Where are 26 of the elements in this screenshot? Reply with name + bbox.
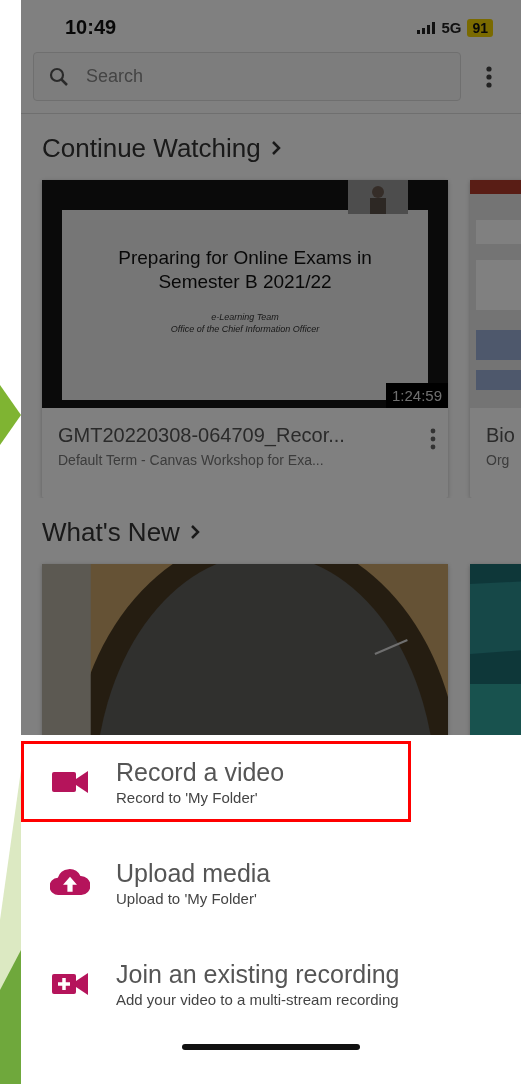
- search-icon: [49, 67, 68, 86]
- video-title: Bio: [486, 424, 516, 447]
- search-field[interactable]: Search: [33, 52, 461, 101]
- menu-item[interactable]: Record a video Record to 'My Folder': [21, 741, 411, 822]
- video-subtitle: Org: [486, 452, 511, 468]
- battery-level: 91: [467, 18, 493, 37]
- slide-title: Preparing for Online Exams in Semester B 2021/22: [117, 246, 373, 294]
- slide-text: e-Learning Team: [211, 312, 279, 322]
- section-heading-link[interactable]: Continue Watching: [42, 128, 281, 168]
- chevron-icon: [189, 524, 200, 540]
- section-heading-link[interactable]: What's New: [42, 512, 200, 552]
- video-camera-icon: [52, 769, 88, 794]
- signal-icon: [417, 21, 436, 34]
- duration-label: 1:24:59: [385, 383, 448, 408]
- video-title: GMT20220308-064709_Recor...: [58, 424, 346, 447]
- network-label: 5G: [441, 19, 462, 36]
- slide-text: Office of the Chief Information Officer: [170, 324, 320, 334]
- clock-time: 10:49: [65, 16, 117, 39]
- video-subtitle: Default Term - Canvas Workshop for Exa...: [58, 452, 325, 468]
- video-add-icon: [52, 971, 88, 996]
- more-icon: [486, 65, 492, 88]
- video-card[interactable]: Bio Org: [470, 180, 521, 498]
- chevron-icon: [270, 140, 281, 156]
- video-card[interactable]: Preparing for Online Exams in Semester B 2021/22 e-Learning Team Office of the Chief Information Officer 1:24:59 GMT20220308-064709_Recor... Default Term - Canvas Workshop for Exa...: [42, 180, 448, 498]
- cloud-upload-icon: [50, 867, 90, 898]
- more-icon: [430, 428, 436, 450]
